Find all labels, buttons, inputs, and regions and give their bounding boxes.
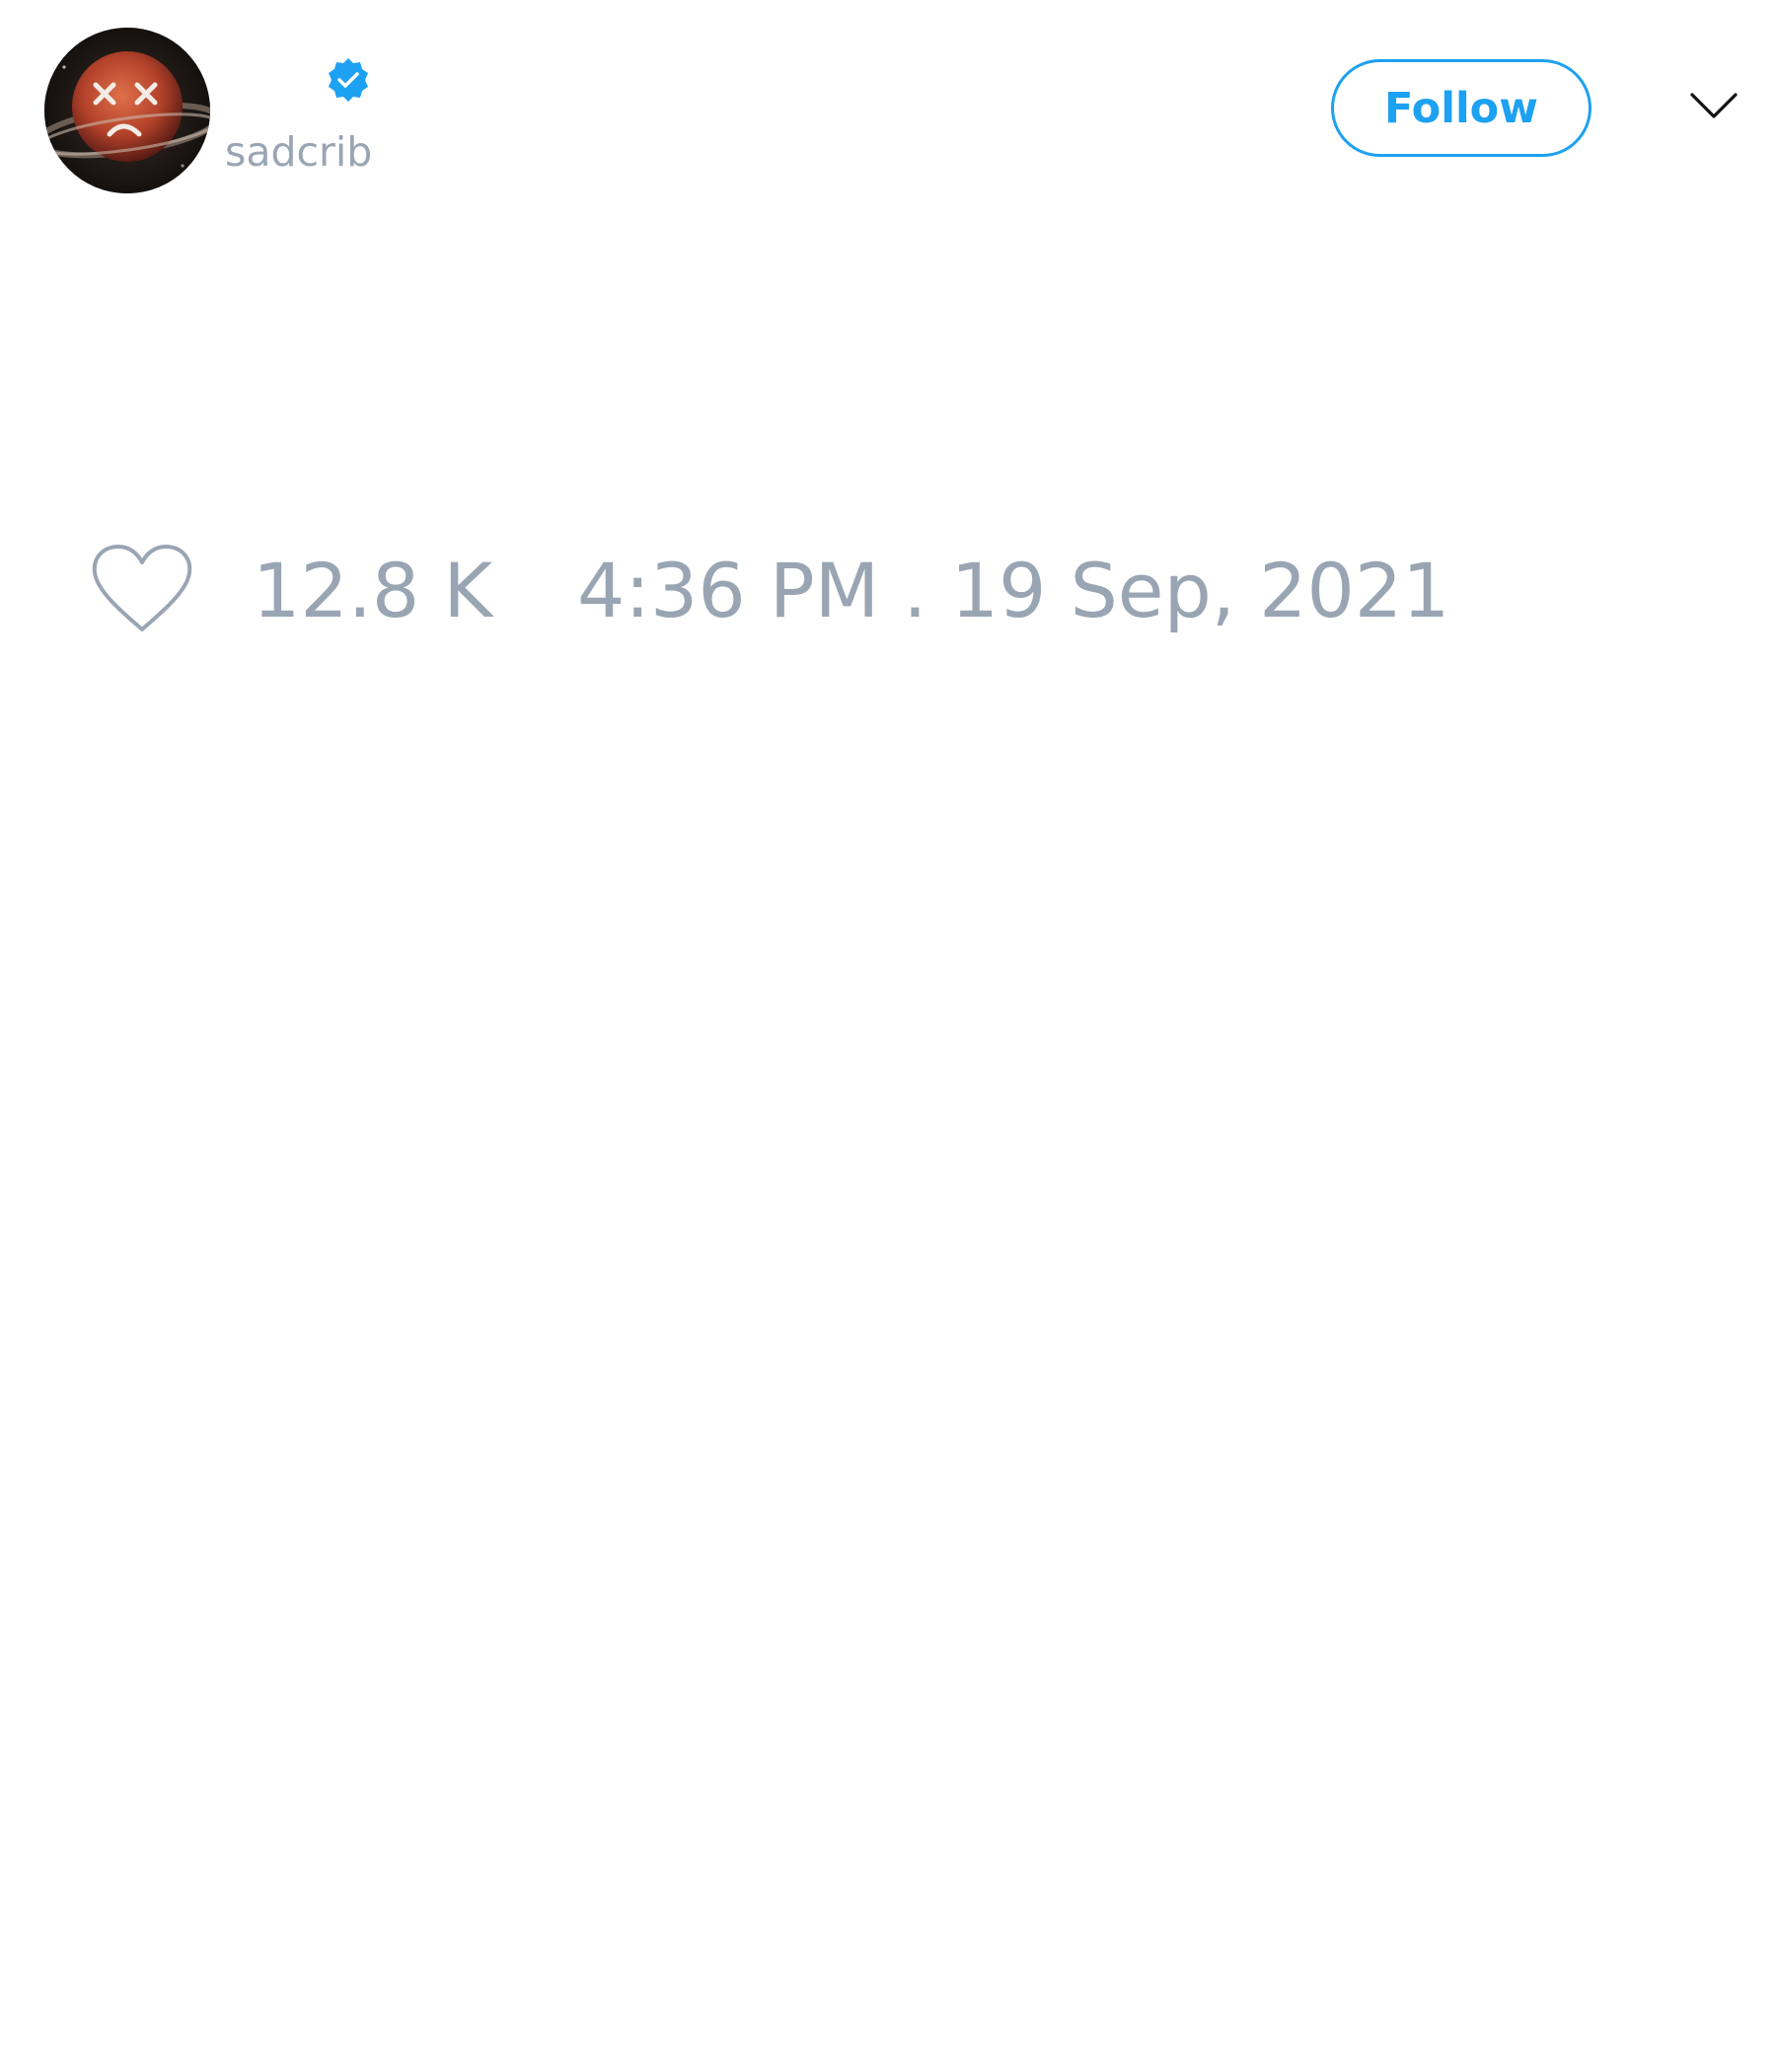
like-count: 12.8 K <box>253 547 493 634</box>
follow-button[interactable]: Follow <box>1331 59 1591 157</box>
chevron-down-icon <box>1690 93 1738 118</box>
avatar-image <box>44 28 210 193</box>
tweet-card: sadcrib Follow 12.8 K 4:36 PM . 19 Sep, … <box>0 0 1776 2072</box>
author-handle[interactable]: sadcrib <box>225 122 372 182</box>
more-options-button[interactable] <box>1689 91 1739 120</box>
avatar[interactable] <box>44 28 210 193</box>
follow-button-label: Follow <box>1384 83 1538 133</box>
heart-icon <box>92 545 192 631</box>
tweet-metrics: 12.8 K 4:36 PM . 19 Sep, 2021 <box>0 533 1776 651</box>
like-button[interactable] <box>89 543 195 637</box>
tweet-timestamp[interactable]: 4:36 PM . 19 Sep, 2021 <box>577 547 1450 635</box>
verified-badge-icon <box>326 57 371 103</box>
